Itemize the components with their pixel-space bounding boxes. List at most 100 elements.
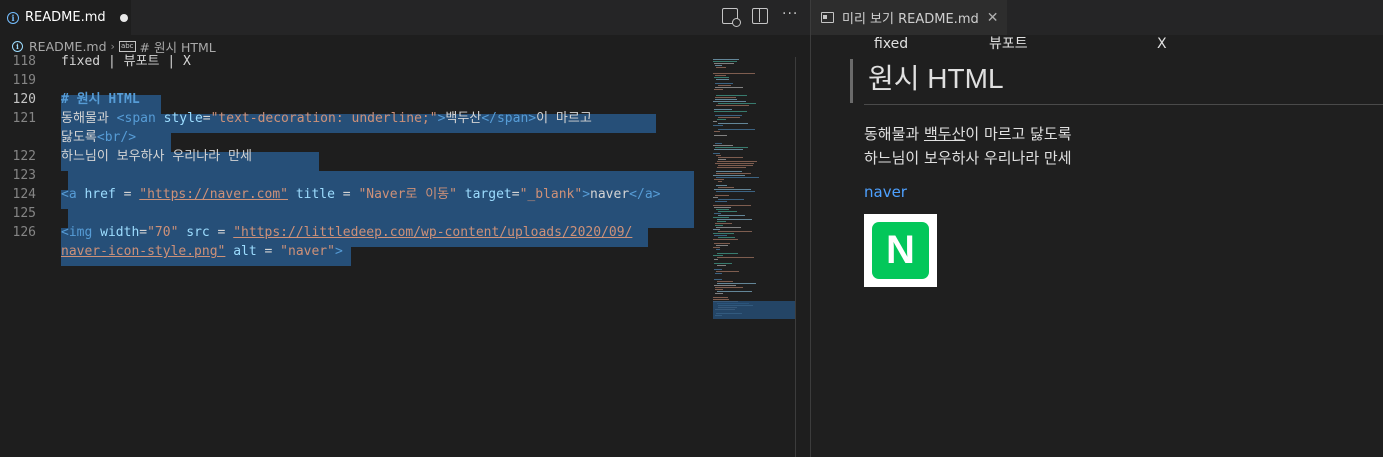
minimap-line xyxy=(714,189,751,190)
editor-group: i README.md ··· i README.md › abc # 원시 H… xyxy=(0,0,810,457)
minimap-line xyxy=(714,109,732,110)
close-icon[interactable]: ✕ xyxy=(987,10,999,26)
minimap-line xyxy=(713,205,751,206)
tab-readme[interactable]: i README.md xyxy=(0,0,131,35)
minimap-line xyxy=(713,233,734,234)
minimap-line xyxy=(715,163,754,164)
minimap-line xyxy=(718,117,740,118)
minimap-line xyxy=(714,111,747,112)
unsaved-dot-icon[interactable] xyxy=(119,13,128,22)
minimap-line xyxy=(717,291,752,292)
minimap-line xyxy=(718,159,726,160)
tab-label: 미리 보기 README.md xyxy=(842,12,979,27)
code-line[interactable]: 동해물과 <span style="text-decoration: under… xyxy=(61,109,592,128)
minimap-line xyxy=(713,121,717,122)
minimap-line xyxy=(716,105,749,106)
code-line-wrapped[interactable]: 닳도록<br/> xyxy=(61,128,136,147)
minimap-line xyxy=(714,179,724,180)
preview-paragraph-line: 동해물과 백두산이 마르고 닳도록 xyxy=(864,125,1072,143)
minimap-line xyxy=(718,215,745,216)
minimap-line xyxy=(713,229,720,230)
naver-link[interactable]: naver xyxy=(864,183,907,201)
minimap-line xyxy=(716,177,759,178)
code-line[interactable]: <a href = "https://naver.com" title = "N… xyxy=(61,185,660,204)
code-line[interactable]: fixed | 뷰포트 | X xyxy=(61,52,191,71)
minimap-line xyxy=(718,211,737,212)
line-number: 122 xyxy=(12,149,36,164)
minimap[interactable] xyxy=(713,57,795,457)
minimap-line xyxy=(714,285,736,286)
minimap-line xyxy=(713,145,733,146)
open-preview-icon[interactable] xyxy=(722,8,741,27)
tab-preview-readme[interactable]: 미리 보기 README.md ✕ xyxy=(811,0,1007,35)
minimap-line xyxy=(718,157,743,158)
line-number: 123 xyxy=(12,168,36,183)
minimap-line xyxy=(717,221,726,222)
table-cell: fixed xyxy=(874,36,909,52)
line-number: 126 xyxy=(12,225,36,240)
minimap-line xyxy=(713,239,738,240)
minimap-line xyxy=(716,67,726,68)
minimap-line xyxy=(716,209,729,210)
minimap-line xyxy=(718,85,731,86)
minimap-line xyxy=(718,123,748,124)
more-actions-icon[interactable]: ··· xyxy=(782,7,798,24)
minimap-line xyxy=(715,87,743,88)
minimap-line xyxy=(713,217,729,218)
line-number: 124 xyxy=(12,187,36,202)
minimap-line xyxy=(716,245,728,246)
minimap-line xyxy=(715,195,729,196)
naver-logo-icon: N xyxy=(872,222,929,279)
minimap-line xyxy=(715,223,732,224)
minimap-line xyxy=(718,231,752,232)
minimap-line xyxy=(717,253,738,254)
line-number: 119 xyxy=(12,73,36,88)
minimap-line xyxy=(715,75,726,76)
code-line-wrapped[interactable]: naver-icon-style.png" alt = "naver"> xyxy=(61,242,343,261)
minimap-line xyxy=(713,299,729,300)
code-line[interactable]: # 원시 HTML xyxy=(61,90,140,109)
minimap-line xyxy=(714,89,723,90)
heading-bar xyxy=(850,59,853,103)
minimap-line xyxy=(713,247,720,248)
table-cell: 뷰포트 xyxy=(989,36,1028,52)
vertical-scrollbar[interactable] xyxy=(795,57,796,457)
minimap-line xyxy=(715,293,723,294)
minimap-line xyxy=(716,185,727,186)
info-icon: i xyxy=(12,40,23,52)
minimap-line xyxy=(718,103,756,104)
minimap-line xyxy=(717,119,726,120)
markdown-preview: fixed 뷰포트 X 원시 HTML 동해물과 백두산이 마르고 닳도록 하느… xyxy=(811,35,1383,457)
minimap-line xyxy=(715,83,733,84)
minimap-line xyxy=(713,175,745,176)
minimap-line xyxy=(718,165,753,166)
minimap-line xyxy=(715,289,723,290)
minimap-line xyxy=(714,149,743,150)
minimap-line xyxy=(715,201,727,202)
minimap-line xyxy=(713,73,755,74)
line-number: 118 xyxy=(12,54,36,69)
minimap-line xyxy=(714,207,731,208)
minimap-line xyxy=(713,297,728,298)
minimap-line xyxy=(714,259,718,260)
editor-tab-bar: i README.md ··· xyxy=(0,0,810,35)
minimap-line xyxy=(716,171,742,172)
heading-rule xyxy=(864,104,1383,105)
minimap-line xyxy=(717,283,756,284)
code-line[interactable]: <img width="70" src = "https://littledee… xyxy=(61,223,632,242)
minimap-line xyxy=(717,265,726,266)
string-symbol-icon: abc xyxy=(118,40,136,52)
minimap-line xyxy=(715,273,722,274)
minimap-line xyxy=(713,197,718,198)
minimap-line xyxy=(713,61,737,62)
split-editor-icon[interactable] xyxy=(752,8,768,24)
minimap-line xyxy=(716,173,751,174)
minimap-line xyxy=(715,147,748,148)
minimap-line xyxy=(714,279,722,280)
minimap-line xyxy=(716,95,747,96)
preview-group: 미리 보기 README.md ✕ fixed 뷰포트 X 원시 HTML 동해… xyxy=(811,0,1383,457)
code-line[interactable]: 하느님이 보우하사 우리나라 만세 xyxy=(61,147,252,166)
table-cell: X xyxy=(1157,36,1167,52)
minimap-line xyxy=(714,243,730,244)
minimap-line xyxy=(716,79,729,80)
